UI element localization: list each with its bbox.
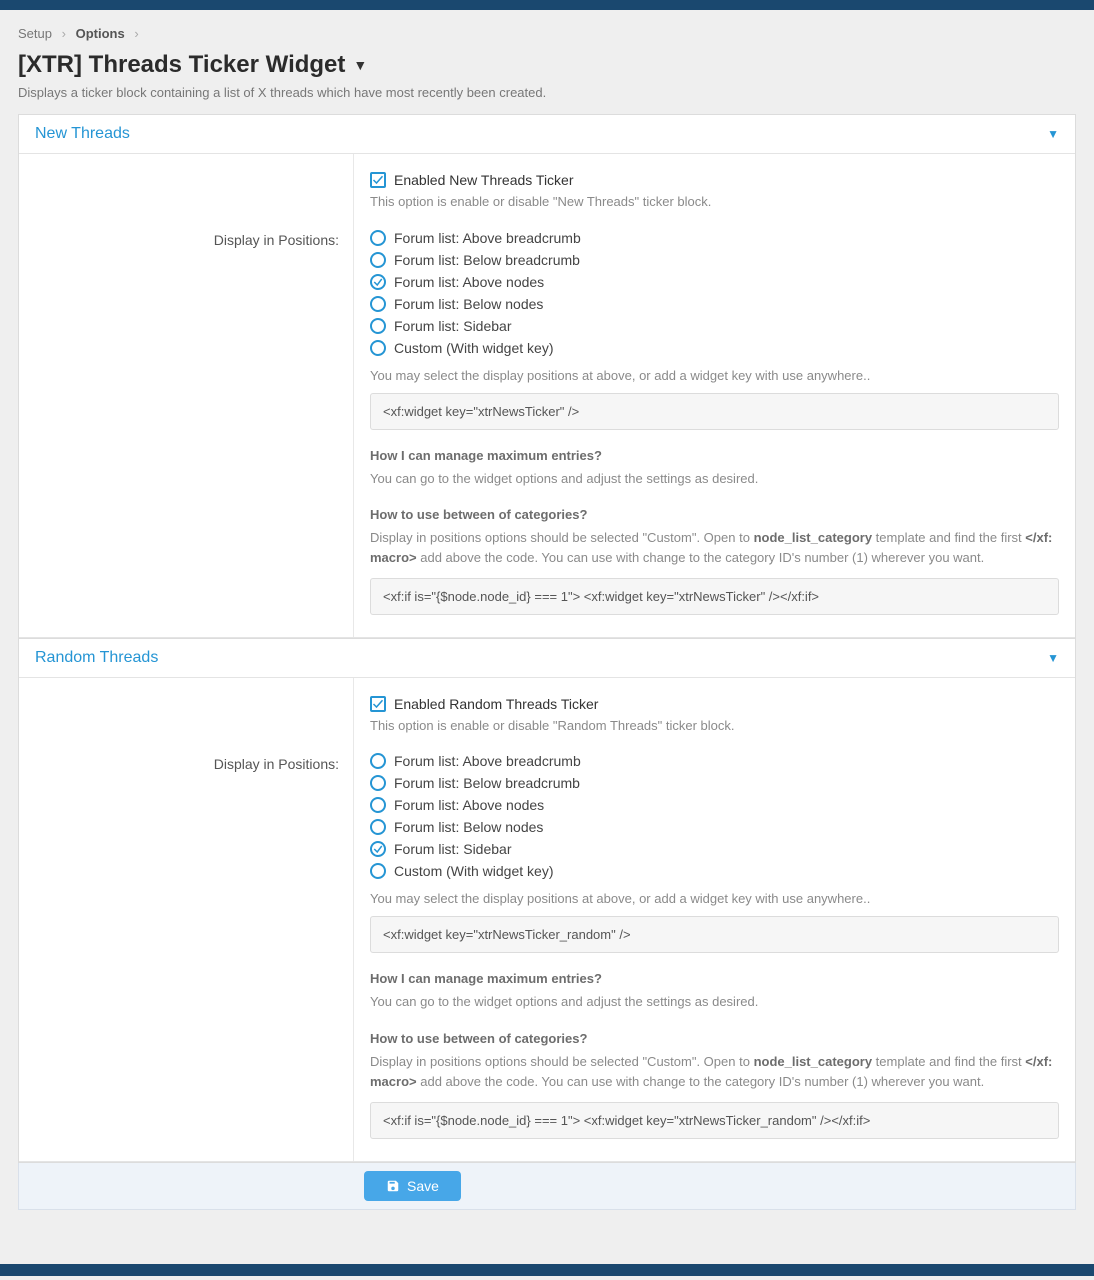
radio-new-pos-2[interactable]: [370, 274, 386, 290]
t: Display in positions options should be s…: [370, 1054, 754, 1069]
para-max-entries: You can go to the widget options and adj…: [370, 992, 1059, 1012]
dropdown-caret-icon[interactable]: ▼: [353, 57, 367, 73]
radio-label: Forum list: Above breadcrumb: [394, 753, 581, 769]
radio-label: Forum list: Below nodes: [394, 296, 543, 312]
radio-label: Forum list: Above nodes: [394, 797, 544, 813]
radio-random-pos-1[interactable]: [370, 775, 386, 791]
radio-label: Forum list: Above nodes: [394, 274, 544, 290]
subhead-max-entries: How I can manage maximum entries?: [370, 971, 1059, 986]
check-icon: [372, 276, 384, 288]
code-xfif-random: <xf:if is="{$node.node_id} === 1"> <xf:w…: [370, 1102, 1059, 1139]
positions-label: Display in Positions:: [33, 756, 339, 772]
radio-random-pos-4[interactable]: [370, 841, 386, 857]
chevron-right-icon: ›: [134, 26, 138, 41]
radio-label: Forum list: Below nodes: [394, 819, 543, 835]
check-icon: [372, 174, 384, 186]
para-categories: Display in positions options should be s…: [370, 1052, 1059, 1092]
radio-new-pos-1[interactable]: [370, 252, 386, 268]
panel-header-new-threads[interactable]: New Threads ▼: [19, 115, 1075, 154]
radio-random-pos-0[interactable]: [370, 753, 386, 769]
code-widget-key-new: <xf:widget key="xtrNewsTicker" />: [370, 393, 1059, 430]
subhead-max-entries: How I can manage maximum entries?: [370, 448, 1059, 463]
random-positions-radio-group: Forum list: Above breadcrumb Forum list:…: [370, 753, 1059, 879]
enable-random-threads-label: Enabled Random Threads Ticker: [394, 696, 598, 712]
bottom-bar: [0, 1264, 1094, 1276]
breadcrumb-item-options[interactable]: Options: [76, 26, 125, 41]
enable-new-threads-checkbox[interactable]: [370, 172, 386, 188]
page-description: Displays a ticker block containing a lis…: [18, 85, 1076, 100]
radio-label: Forum list: Above breadcrumb: [394, 230, 581, 246]
page-title: [XTR] Threads Ticker Widget ▼: [18, 51, 1076, 79]
radio-random-pos-5[interactable]: [370, 863, 386, 879]
enable-new-threads-label: Enabled New Threads Ticker: [394, 172, 574, 188]
t: add above the code. You can use with cha…: [417, 1074, 985, 1089]
new-positions-radio-group: Forum list: Above breadcrumb Forum list:…: [370, 230, 1059, 356]
panel-header-random-threads[interactable]: Random Threads ▼: [19, 639, 1075, 678]
radio-new-pos-3[interactable]: [370, 296, 386, 312]
enable-random-threads-hint: This option is enable or disable "Random…: [370, 716, 1059, 736]
footer-bar: Save: [18, 1163, 1076, 1210]
radio-label: Custom (With widget key): [394, 863, 553, 879]
positions-label: Display in Positions:: [33, 232, 339, 248]
check-icon: [372, 698, 384, 710]
enable-new-threads-hint: This option is enable or disable "New Th…: [370, 192, 1059, 212]
positions-note: You may select the display positions at …: [370, 368, 1059, 383]
positions-note: You may select the display positions at …: [370, 891, 1059, 906]
chevron-right-icon: ›: [62, 26, 66, 41]
panel-title: New Threads: [35, 125, 130, 143]
radio-new-pos-0[interactable]: [370, 230, 386, 246]
radio-random-pos-2[interactable]: [370, 797, 386, 813]
collapse-caret-icon[interactable]: ▼: [1047, 127, 1059, 141]
panel-title: Random Threads: [35, 649, 158, 667]
para-categories: Display in positions options should be s…: [370, 528, 1059, 568]
radio-new-pos-5[interactable]: [370, 340, 386, 356]
radio-new-pos-4[interactable]: [370, 318, 386, 334]
radio-label: Forum list: Sidebar: [394, 841, 511, 857]
t: node_list_category: [754, 530, 873, 545]
t: template and find the first: [872, 1054, 1025, 1069]
subhead-categories: How to use between of categories?: [370, 1031, 1059, 1046]
para-max-entries: You can go to the widget options and adj…: [370, 469, 1059, 489]
code-widget-key-random: <xf:widget key="xtrNewsTicker_random" />: [370, 916, 1059, 953]
page-title-text: [XTR] Threads Ticker Widget: [18, 51, 345, 79]
panel-new-threads: New Threads ▼ Display in Positions: Enab…: [18, 114, 1076, 639]
collapse-caret-icon[interactable]: ▼: [1047, 651, 1059, 665]
t: template and find the first: [872, 530, 1025, 545]
save-button[interactable]: Save: [364, 1171, 461, 1201]
radio-label: Custom (With widget key): [394, 340, 553, 356]
check-icon: [372, 843, 384, 855]
enable-random-threads-checkbox[interactable]: [370, 696, 386, 712]
radio-random-pos-3[interactable]: [370, 819, 386, 835]
t: add above the code. You can use with cha…: [417, 550, 985, 565]
breadcrumb: Setup › Options ›: [18, 20, 1076, 51]
radio-label: Forum list: Below breadcrumb: [394, 775, 580, 791]
t: Display in positions options should be s…: [370, 530, 754, 545]
save-button-label: Save: [407, 1178, 439, 1194]
code-xfif-new: <xf:if is="{$node.node_id} === 1"> <xf:w…: [370, 578, 1059, 615]
radio-label: Forum list: Sidebar: [394, 318, 511, 334]
top-bar: [0, 0, 1094, 10]
panel-random-threads: Random Threads ▼ Display in Positions: E…: [18, 639, 1076, 1163]
subhead-categories: How to use between of categories?: [370, 507, 1059, 522]
breadcrumb-item-setup[interactable]: Setup: [18, 26, 52, 41]
save-icon: [386, 1179, 400, 1193]
t: node_list_category: [754, 1054, 873, 1069]
radio-label: Forum list: Below breadcrumb: [394, 252, 580, 268]
